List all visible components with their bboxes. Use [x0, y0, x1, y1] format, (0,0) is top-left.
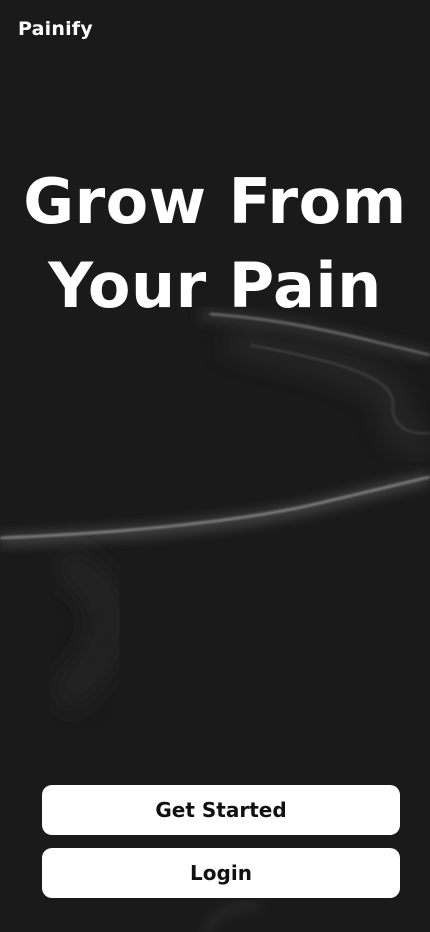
login-label: Login: [190, 861, 252, 885]
get-started-label: Get Started: [155, 798, 287, 822]
get-started-button[interactable]: Get Started: [42, 785, 400, 835]
hero-line-1: Grow From: [23, 165, 407, 238]
welcome-screen: Painify Grow From Your Pain Get Started …: [0, 0, 430, 932]
hero-line-2: Your Pain: [48, 249, 382, 322]
login-button[interactable]: Login: [42, 848, 400, 898]
hero-headline: Grow From Your Pain: [0, 160, 430, 328]
app-logo-text: Painify: [18, 18, 93, 40]
